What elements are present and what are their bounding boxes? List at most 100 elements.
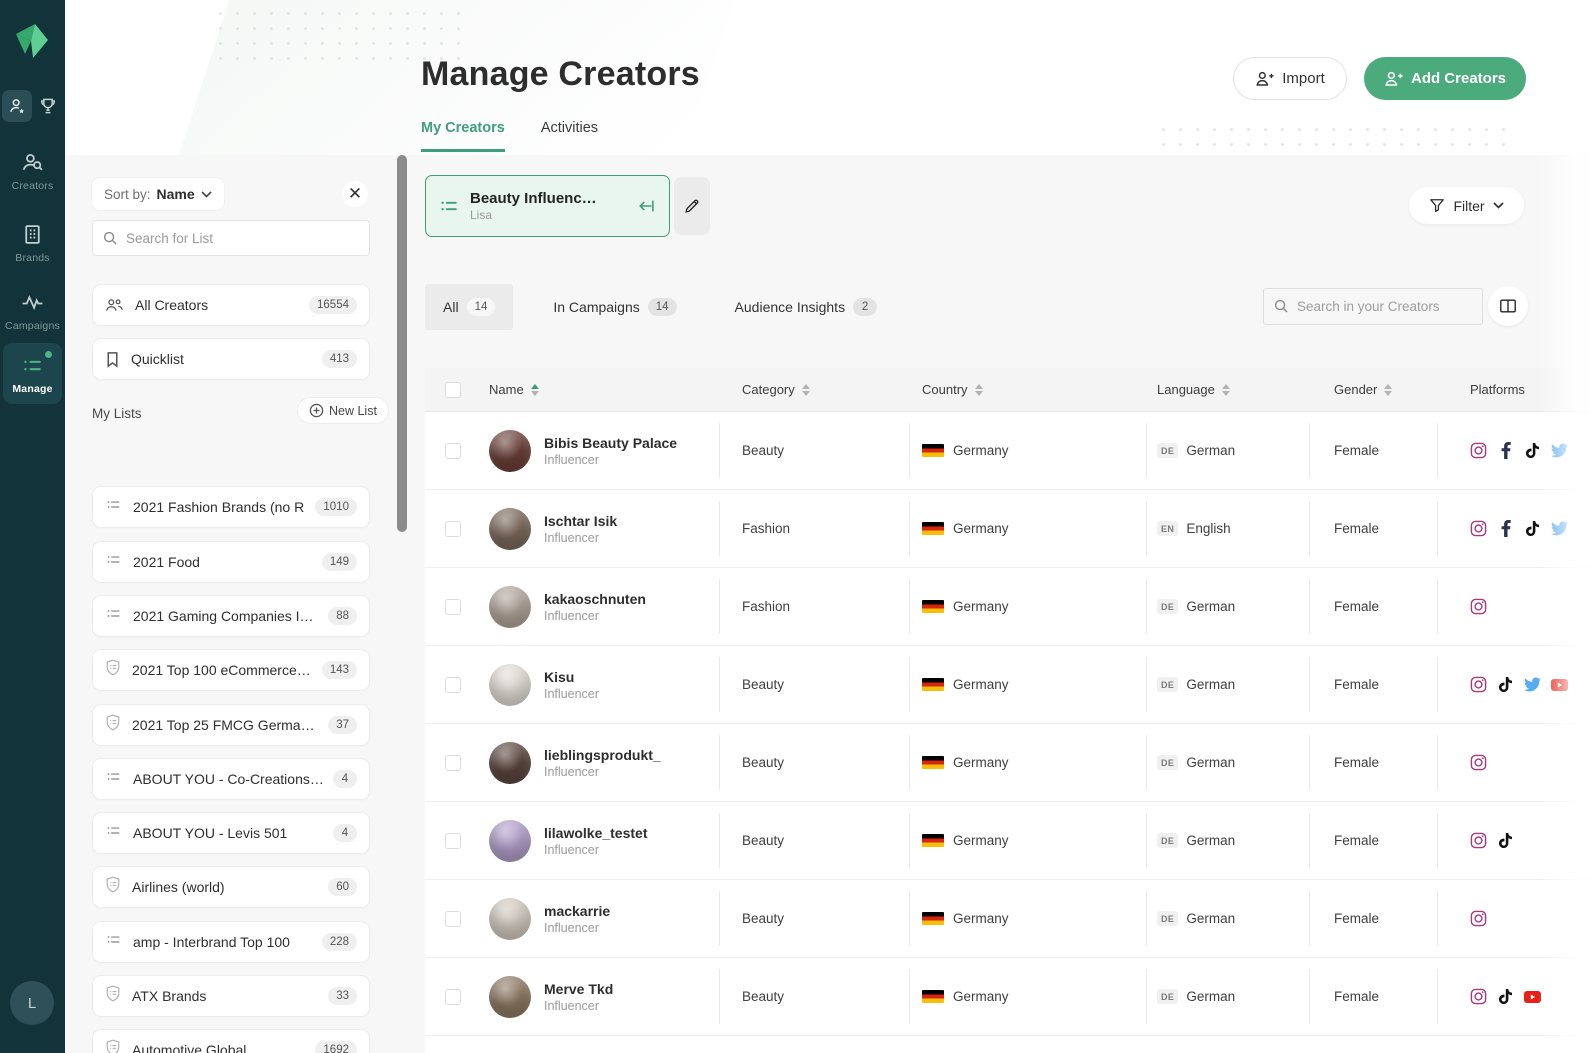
tab-activities[interactable]: Activities [541, 120, 598, 152]
list-item[interactable]: 2021 Gaming Companies I… 88 [92, 594, 370, 637]
selected-list-chip[interactable]: Beauty Influenc… Lisa [425, 175, 670, 237]
platform-tiktok[interactable] [1497, 832, 1514, 849]
platform-twitter[interactable] [1551, 520, 1568, 537]
list-item[interactable]: 2021 Top 25 FMCG Germa… 37 [92, 703, 370, 746]
platform-tiktok[interactable] [1497, 988, 1514, 1005]
platform-youtube[interactable] [1551, 676, 1568, 693]
platform-instagram[interactable] [1470, 910, 1487, 927]
list-item[interactable]: Airlines (world) 60 [92, 866, 370, 909]
row-checkbox[interactable] [445, 910, 461, 927]
subtab-in-campaigns[interactable]: In Campaigns 14 [535, 284, 694, 330]
sidebar-item-brands[interactable]: Brands [0, 222, 65, 264]
pencil-icon [685, 199, 699, 213]
instagram-icon [1470, 520, 1487, 537]
edit-list-button[interactable] [674, 177, 710, 235]
collapse-left-icon[interactable] [637, 197, 657, 215]
trophy-icon[interactable] [33, 90, 63, 122]
sort-arrows-icon[interactable] [974, 383, 983, 396]
tab-my-creators[interactable]: My Creators [421, 120, 505, 152]
sort-arrows-icon[interactable] [1384, 383, 1393, 396]
platform-twitter[interactable] [1551, 442, 1568, 459]
list-item[interactable]: ABOUT YOU - Levis 501 4 [92, 812, 370, 855]
pulse-icon [22, 295, 43, 311]
table-row[interactable]: lilawolke_testet Influencer Beauty Germany D… [425, 802, 1590, 880]
list-item[interactable]: 2021 Fashion Brands (no R… 1010 [92, 486, 370, 529]
table-row[interactable]: Bibis Beauty Palace Influencer Beauty Germa… [425, 412, 1590, 490]
platform-instagram[interactable] [1470, 442, 1487, 459]
platform-tiktok[interactable] [1497, 676, 1514, 693]
sidebar-item-campaigns[interactable]: Campaigns [0, 290, 65, 332]
instagram-icon [1470, 442, 1487, 459]
platform-youtube[interactable] [1524, 988, 1541, 1005]
new-list-button[interactable]: New List [297, 397, 389, 424]
platform-instagram[interactable] [1470, 754, 1487, 771]
table-row[interactable]: kakaoschnuten Influencer Fashion Germany DE G… [425, 568, 1590, 646]
platform-twitter[interactable] [1524, 676, 1541, 693]
row-checkbox[interactable] [445, 598, 461, 615]
creators-search[interactable] [1263, 288, 1483, 325]
sidebar-item-creators[interactable]: Creators [0, 150, 65, 192]
row-checkbox[interactable] [445, 754, 461, 771]
platform-instagram[interactable] [1470, 988, 1487, 1005]
row-checkbox[interactable] [445, 832, 461, 849]
subtab-audience-insights[interactable]: Audience Insights 2 [717, 284, 896, 330]
column-header-gender[interactable]: Gender [1309, 368, 1437, 411]
language-cell: DE German [1146, 958, 1309, 1035]
platform-instagram[interactable] [1470, 520, 1487, 537]
table-row[interactable]: Kisu Influencer Beauty Germany DE German Femal… [425, 646, 1590, 724]
list-item[interactable]: ATX Brands 33 [92, 975, 370, 1017]
close-panel-button[interactable]: ✕ [342, 181, 368, 207]
table-row[interactable]: Merve Tkd Influencer Beauty Germany DE German… [425, 958, 1590, 1036]
layout-toggle-button[interactable] [1488, 286, 1528, 326]
row-checkbox[interactable] [445, 520, 461, 537]
list-item-count: 1692 [315, 1041, 357, 1053]
creators-search-input[interactable] [1297, 299, 1467, 314]
all-creators-item[interactable]: All Creators 16554 [92, 284, 370, 326]
row-checkbox[interactable] [445, 988, 461, 1005]
column-label: Language [1157, 382, 1215, 397]
platform-tiktok[interactable] [1524, 520, 1541, 537]
language-value: German [1186, 443, 1236, 458]
column-header-category[interactable]: Category [719, 368, 909, 411]
list-item[interactable]: ABOUT YOU - Co-Creations… 4 [92, 757, 370, 800]
list-search-input[interactable] [126, 230, 346, 246]
list-item[interactable]: 2021 Top 100 eCommerce… 143 [92, 649, 370, 692]
subtab-all[interactable]: All 14 [425, 284, 514, 330]
platform-instagram[interactable] [1470, 676, 1487, 693]
creator-star-icon[interactable] [1, 90, 32, 122]
shield-list-icon [105, 876, 121, 898]
sidebar-item-manage[interactable]: Manage [3, 343, 62, 404]
filter-button[interactable]: Filter [1409, 187, 1524, 224]
import-button[interactable]: Import [1233, 57, 1347, 100]
table-row[interactable]: lieblingsprodukt_ Influencer Beauty Germany… [425, 724, 1590, 802]
sort-by-control[interactable]: Sort by: Name [92, 178, 224, 210]
table-row[interactable]: mackarrie Influencer Beauty Germany DE German… [425, 880, 1590, 958]
list-item[interactable]: 2021 Food 149 [92, 540, 370, 583]
app-logo[interactable] [11, 20, 53, 62]
column-label: Category [742, 382, 795, 397]
country-cell: Germany [909, 958, 1146, 1035]
platform-instagram[interactable] [1470, 832, 1487, 849]
list-item[interactable]: Automotive Global 1692 [92, 1029, 370, 1053]
column-header-language[interactable]: Language [1146, 368, 1309, 411]
table-row[interactable]: Ischtar Isik Influencer Fashion Germany EN En… [425, 490, 1590, 568]
quicklist-item[interactable]: Quicklist 413 [92, 338, 370, 380]
sort-arrows-icon[interactable] [530, 383, 539, 396]
user-avatar[interactable]: L [10, 981, 54, 1025]
column-header-country[interactable]: Country [909, 368, 1146, 411]
list-item[interactable]: amp - Interbrand Top 100 228 [92, 920, 370, 963]
panel-scrollbar[interactable] [397, 155, 407, 532]
sort-arrows-icon[interactable] [1221, 383, 1230, 396]
platform-tiktok[interactable] [1524, 442, 1541, 459]
platform-facebook[interactable] [1497, 442, 1514, 459]
column-header-name[interactable]: Name [481, 368, 719, 411]
platform-facebook[interactable] [1497, 520, 1514, 537]
select-all-checkbox[interactable] [445, 381, 461, 398]
row-checkbox[interactable] [445, 442, 461, 459]
platform-instagram[interactable] [1470, 598, 1487, 615]
list-search[interactable] [92, 220, 370, 256]
row-checkbox[interactable] [445, 676, 461, 693]
add-creators-button[interactable]: Add Creators [1364, 57, 1526, 100]
sort-arrows-icon[interactable] [801, 383, 810, 396]
row-checkbox-cell [425, 958, 481, 1035]
